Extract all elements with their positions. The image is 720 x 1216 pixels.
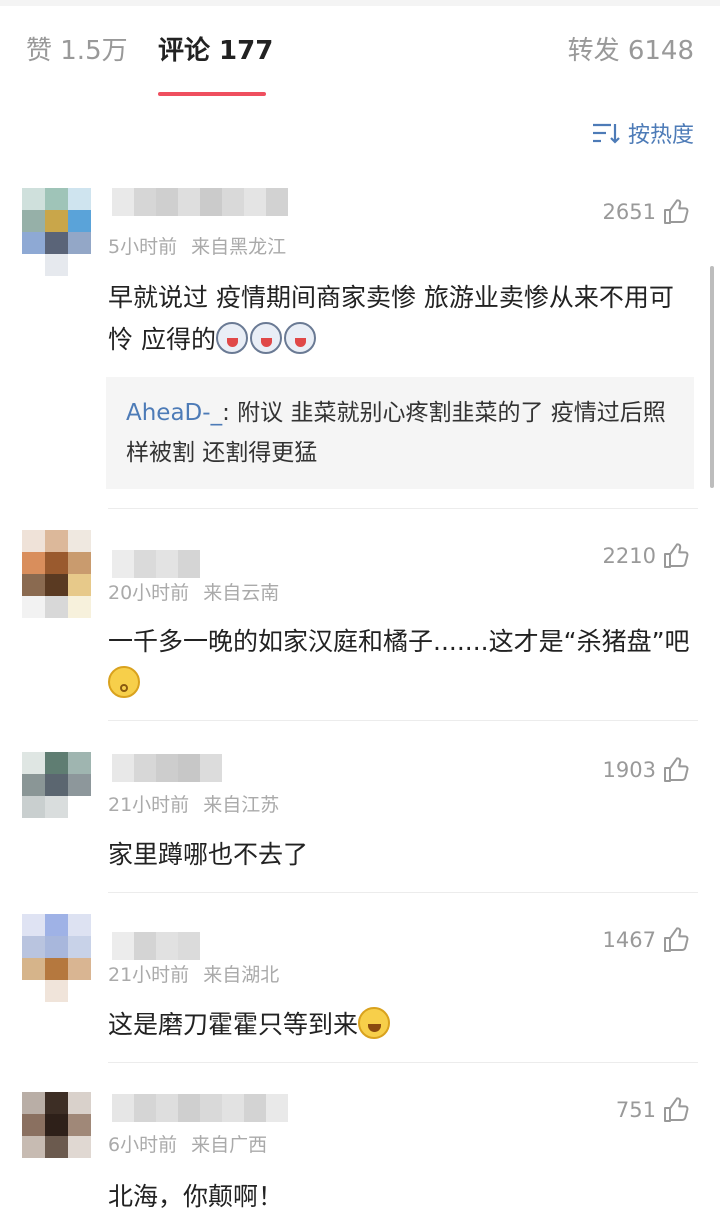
username-blurred[interactable] bbox=[112, 188, 288, 216]
comment-meta: 21小时前 来自湖北 bbox=[108, 960, 279, 987]
avatar[interactable] bbox=[22, 530, 92, 620]
divider bbox=[108, 1062, 698, 1063]
divider bbox=[108, 892, 698, 893]
comment-time: 21小时前 bbox=[108, 964, 190, 986]
tab-reposts[interactable]: 转发 6148 bbox=[568, 34, 694, 68]
reply-username[interactable]: AheaD-_ bbox=[126, 400, 222, 426]
like-count: 1467 bbox=[602, 928, 656, 952]
thumbs-up-icon bbox=[664, 199, 689, 224]
comment-text: 一千多一晚的如家汉庭和橘子.......这才是“杀猪盘”吧 bbox=[108, 627, 690, 656]
comment-time: 5小时前 bbox=[108, 236, 178, 258]
avatar[interactable] bbox=[22, 188, 92, 278]
like-count: 2210 bbox=[602, 544, 656, 568]
avatar[interactable] bbox=[22, 1092, 92, 1182]
dizzy-face-emoji bbox=[108, 666, 140, 698]
like-button[interactable]: 1467 bbox=[603, 926, 690, 954]
username-blurred[interactable] bbox=[112, 754, 222, 782]
active-tab-indicator bbox=[158, 92, 266, 96]
comment-text-wrap: 早就说过 疫情期间商家卖惨 旅游业卖惨从来不用可怜 应得的 bbox=[108, 277, 698, 361]
username-blurred[interactable] bbox=[112, 1094, 288, 1122]
like-count: 751 bbox=[615, 1098, 656, 1122]
like-button[interactable]: 751 bbox=[616, 1096, 690, 1124]
comment-time: 6小时前 bbox=[108, 1134, 178, 1156]
thumbs-up-icon bbox=[664, 543, 689, 568]
thumbs-up-icon bbox=[664, 757, 689, 782]
comment-text-wrap: 家里蹲哪也不去了 bbox=[108, 834, 698, 876]
comment-text: 北海，你颠啊！ bbox=[108, 1182, 284, 1211]
like-button[interactable]: 2210 bbox=[603, 542, 690, 570]
comment-text: 家里蹲哪也不去了 bbox=[108, 840, 309, 869]
comment-meta: 21小时前 来自江苏 bbox=[108, 790, 279, 817]
crying-laughing-emoji bbox=[358, 1007, 391, 1039]
comment-meta: 5小时前 来自黑龙江 bbox=[108, 232, 286, 259]
reply-preview[interactable]: AheaD-_: 附议 韭菜就别心疼割韭菜的了 疫情过后照样被割 还割得更猛 bbox=[106, 377, 694, 489]
thumbs-up-icon bbox=[664, 927, 689, 952]
comment-time: 21小时前 bbox=[108, 794, 190, 816]
comment-text-wrap: 北海，你颠啊！ bbox=[108, 1176, 698, 1216]
divider bbox=[108, 508, 698, 509]
avatar[interactable] bbox=[22, 752, 92, 842]
tab-likes[interactable]: 赞 1.5万 bbox=[26, 34, 128, 68]
comment-text: 早就说过 疫情期间商家卖惨 旅游业卖惨从来不用可怜 应得的 bbox=[108, 283, 674, 354]
thumbs-up-icon bbox=[664, 1097, 689, 1122]
comment-location: 来自黑龙江 bbox=[191, 236, 287, 258]
comment-text: 这是磨刀霍霍只等到来 bbox=[108, 1010, 359, 1039]
username-blurred[interactable] bbox=[112, 932, 200, 960]
comment-time: 20小时前 bbox=[108, 582, 190, 604]
laughing-dog-emoji bbox=[283, 322, 316, 354]
comment-meta: 20小时前 来自云南 bbox=[108, 578, 279, 605]
username-blurred[interactable] bbox=[112, 550, 200, 578]
comment-location: 来自湖北 bbox=[203, 964, 280, 986]
like-count: 2651 bbox=[602, 200, 656, 224]
tab-comments[interactable]: 评论 177 bbox=[158, 34, 273, 68]
comment-location: 来自云南 bbox=[203, 582, 280, 604]
comment-text-wrap: 一千多一晚的如家汉庭和橘子.......这才是“杀猪盘”吧 bbox=[108, 621, 698, 705]
sort-icon bbox=[592, 123, 620, 144]
sort-button[interactable]: 按热度 bbox=[592, 118, 694, 148]
comment-location: 来自江苏 bbox=[203, 794, 280, 816]
divider bbox=[108, 720, 698, 721]
comment-text-wrap: 这是磨刀霍霍只等到来 bbox=[108, 1004, 698, 1046]
avatar[interactable] bbox=[22, 914, 92, 1004]
like-count: 1903 bbox=[602, 758, 656, 782]
scrollbar[interactable] bbox=[710, 266, 714, 488]
like-button[interactable]: 2651 bbox=[603, 198, 690, 226]
tab-bar: 赞 1.5万 评论 177 转发 6148 bbox=[0, 6, 720, 96]
laughing-dog-emoji bbox=[249, 322, 282, 354]
sort-label: 按热度 bbox=[627, 123, 694, 148]
laughing-dog-emoji bbox=[215, 322, 248, 354]
like-button[interactable]: 1903 bbox=[603, 756, 690, 784]
comment-location: 来自广西 bbox=[191, 1134, 268, 1156]
comment-meta: 6小时前 来自广西 bbox=[108, 1130, 267, 1157]
